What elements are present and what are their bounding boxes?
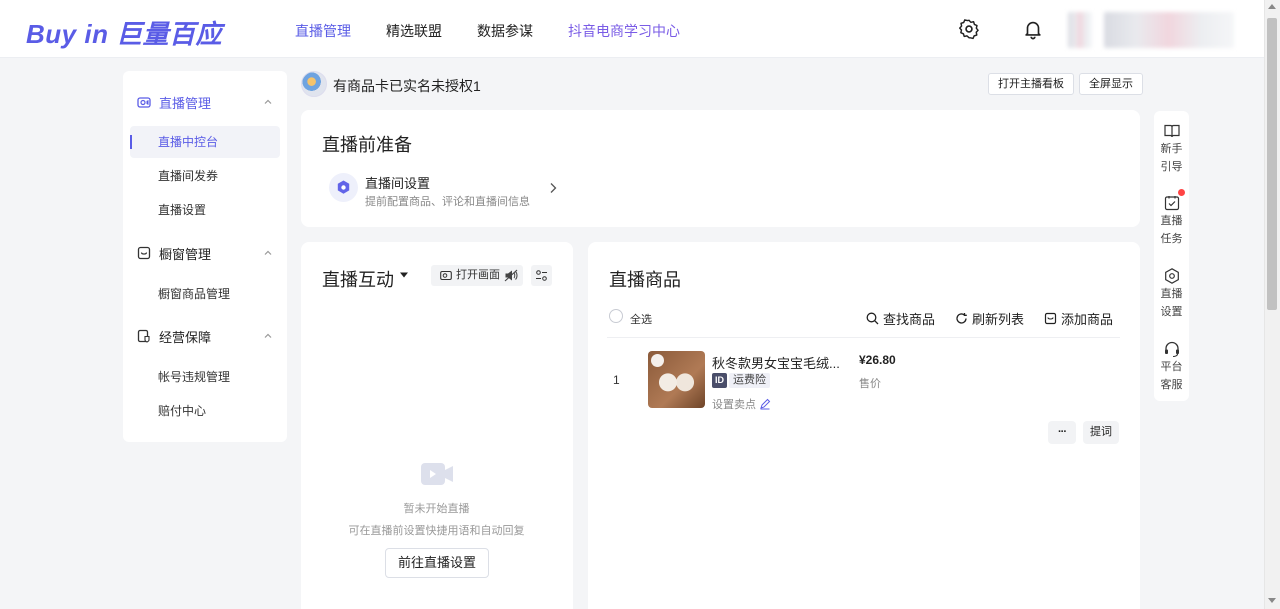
rail-label: 直播 [1160,215,1183,227]
prep-card [301,110,1140,227]
freight-insurance-tag: 运费险 [729,373,770,388]
interact-title[interactable]: 直播互动 [322,266,394,292]
open-screen-label: 打开画面 [456,269,500,281]
settings-gear-icon [337,180,350,194]
nav-learning-center[interactable]: 抖音电商学习中心 [568,21,680,41]
open-anchor-board-button[interactable]: 打开主播看板 [988,73,1074,95]
product-name[interactable]: 秋冬款男女宝宝毛绒... [712,353,842,372]
showcase-icon [137,246,151,260]
sidebar-group-protection[interactable]: 经营保障 [123,324,287,348]
rail-live-tasks[interactable]: 直播 任务 [1154,194,1189,248]
refresh-icon [956,313,967,324]
switch-toggle-icon [536,270,547,281]
products-title: 直播商品 [609,270,681,290]
rail-beginner-guide[interactable]: 新手 引导 [1154,122,1189,176]
sidebar-item-compensation[interactable]: 赔付中心 [130,395,280,427]
live-camera-icon [137,97,151,108]
set-selling-point-label: 设置卖点 [712,399,756,411]
sidebar-group-label: 经营保障 [159,329,212,345]
logo[interactable]: Buy in 巨量百应 [26,14,222,49]
add-product-button[interactable]: 添加商品 [1044,309,1113,328]
headset-icon [1164,341,1179,358]
room-avatar [301,71,327,97]
bell-icon[interactable] [1022,18,1044,40]
rail-label: 设置 [1160,306,1183,318]
sidebar-item-live-console[interactable]: 直播中控台 [130,126,280,158]
avatar[interactable] [1068,12,1092,48]
sidebar-item-violations[interactable]: 帐号违规管理 [130,361,280,393]
edit-pencil-icon [760,398,771,410]
id-badge: ID [712,373,727,388]
nav-live-manage[interactable]: 直播管理 [295,21,351,41]
rail-live-settings[interactable]: 直播 设置 [1154,267,1189,321]
prompt-button[interactable]: 提词 [1083,421,1119,444]
search-icon [866,312,879,325]
setting-description: 提前配置商品、评论和直播间信息 [365,196,530,208]
prep-title: 直播前准备 [322,135,412,155]
open-screen-button[interactable]: 打开画面 [431,265,523,286]
top-nav: 直播管理 精选联盟 数据参谋 抖音电商学习中心 [295,21,715,41]
sidebar: 直播管理 直播中控台 直播间发券 直播设置 橱窗管理 橱窗商品管理 经营保障 帐… [123,71,287,442]
product-price: ¥26.80 [859,353,896,367]
sidebar-group-label: 橱窗管理 [159,246,212,262]
scroll-up-arrow-icon[interactable] [1268,4,1276,9]
caret-down-icon[interactable] [399,271,409,279]
goto-live-settings-button[interactable]: 前往直播设置 [385,548,489,578]
chevron-up-icon [264,99,272,104]
book-icon [1163,124,1180,138]
video-camera-empty-icon [421,463,453,485]
sidebar-group-label: 直播管理 [159,95,212,111]
refresh-list-label: 刷新列表 [972,312,1025,327]
rail-label: 新手 [1160,143,1183,155]
product-thumbnail[interactable] [648,351,705,408]
add-product-icon [1044,312,1057,325]
add-product-label: 添加商品 [1061,312,1114,327]
rail-label: 引导 [1160,161,1183,173]
select-all-label[interactable]: 全选 [630,311,652,327]
rail-label: 客服 [1160,379,1183,391]
task-icon [1164,196,1179,211]
rail-customer-service[interactable]: 平台 客服 [1154,340,1189,394]
products-divider [607,337,1120,338]
setting-name[interactable]: 直播间设置 [365,173,430,192]
more-options-button[interactable]: ··· [1048,421,1076,444]
sidebar-group-showcase[interactable]: 橱窗管理 [123,241,287,265]
toggle-settings-button[interactable] [531,265,552,286]
find-product-label: 查找商品 [883,312,936,327]
gear-icon[interactable] [958,18,980,40]
rail-label: 任务 [1160,233,1183,245]
empty-state-description: 可在直播前设置快捷用语和自动回复 [348,525,525,537]
top-header: Buy in 巨量百应 直播管理 精选联盟 数据参谋 抖音电商学习中心 [0,0,1264,58]
chevron-right-icon[interactable] [548,182,558,194]
set-selling-point-link[interactable]: 设置卖点 [712,396,771,412]
fullscreen-button[interactable]: 全屏显示 [1079,73,1143,95]
rail-label: 平台 [1160,361,1183,373]
room-title: 有商品卡已实名未授权1 [333,78,481,94]
chevron-up-icon [264,333,272,338]
live-room-setting-entry[interactable] [329,173,358,202]
hexagon-settings-icon [1164,268,1179,284]
product-index: 1 [613,373,620,387]
find-product-button[interactable]: 查找商品 [866,309,935,328]
empty-state-title: 暂未开始直播 [403,503,470,515]
sidebar-group-live[interactable]: 直播管理 [123,90,287,114]
nav-data[interactable]: 数据参谋 [477,21,533,41]
nav-alliance[interactable]: 精选联盟 [386,21,442,41]
scrollbar-thumb[interactable] [1267,18,1277,310]
sidebar-item-live-settings[interactable]: 直播设置 [130,194,280,226]
scroll-down-arrow-icon[interactable] [1268,598,1276,603]
sidebar-item-showcase-products[interactable]: 橱窗商品管理 [130,278,280,310]
notification-dot [1178,189,1185,196]
sidebar-item-coupons[interactable]: 直播间发券 [130,160,280,192]
user-name[interactable] [1104,12,1234,48]
refresh-list-button[interactable]: 刷新列表 [955,309,1024,328]
camera-icon [440,270,452,281]
select-all-checkbox[interactable] [609,309,623,323]
chevron-up-icon [264,250,272,255]
shield-doc-icon [137,329,150,343]
price-label: 售价 [859,378,881,390]
mute-speaker-icon [504,269,518,282]
rail-label: 直播 [1160,288,1183,300]
